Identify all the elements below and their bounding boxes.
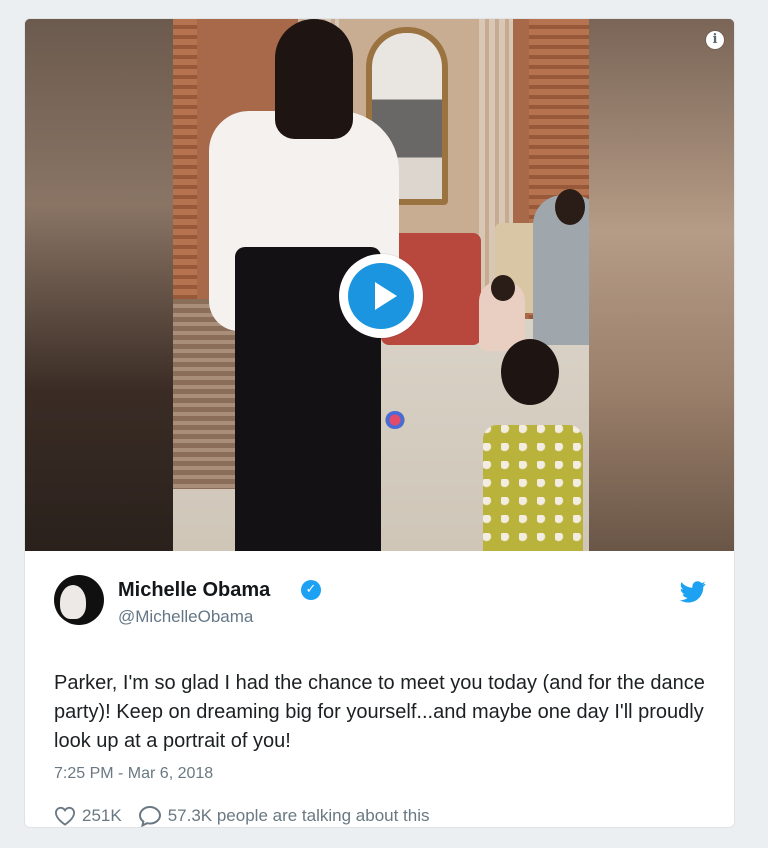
tweet-timestamp[interactable]: 7:25 PM - Mar 6, 2018 [54, 765, 213, 783]
author-handle[interactable]: @MichelleObama [118, 607, 253, 627]
dancing-girl [461, 339, 589, 551]
heart-icon[interactable] [54, 806, 76, 826]
avatar[interactable] [54, 575, 104, 625]
tweet-body: Michelle Obama ✓ @MichelleObama Parker, … [25, 551, 734, 827]
speech-bubble-icon[interactable] [138, 805, 162, 827]
twitter-bird-icon[interactable] [680, 581, 706, 603]
author-name[interactable]: Michelle Obama [118, 579, 270, 602]
video-blur-right [588, 19, 734, 551]
info-icon[interactable]: i [706, 31, 724, 49]
play-icon [375, 282, 397, 310]
conversation-link[interactable]: 57.3K people are talking about this [168, 806, 430, 826]
play-button[interactable] [339, 254, 423, 338]
tweet-text: Parker, I'm so glad I had the chance to … [54, 672, 705, 752]
video-player[interactable]: i [25, 19, 734, 551]
video-blur-left [25, 19, 173, 551]
like-count[interactable]: 251K [82, 806, 122, 826]
seated-woman [533, 189, 589, 345]
embedded-tweet-card: i Michelle Obama ✓ @MichelleObama Parker… [24, 18, 735, 828]
tweet-actions: 251K 57.3K people are talking about this [54, 804, 430, 827]
verified-badge-icon: ✓ [301, 580, 321, 600]
toy-ball [385, 411, 405, 429]
